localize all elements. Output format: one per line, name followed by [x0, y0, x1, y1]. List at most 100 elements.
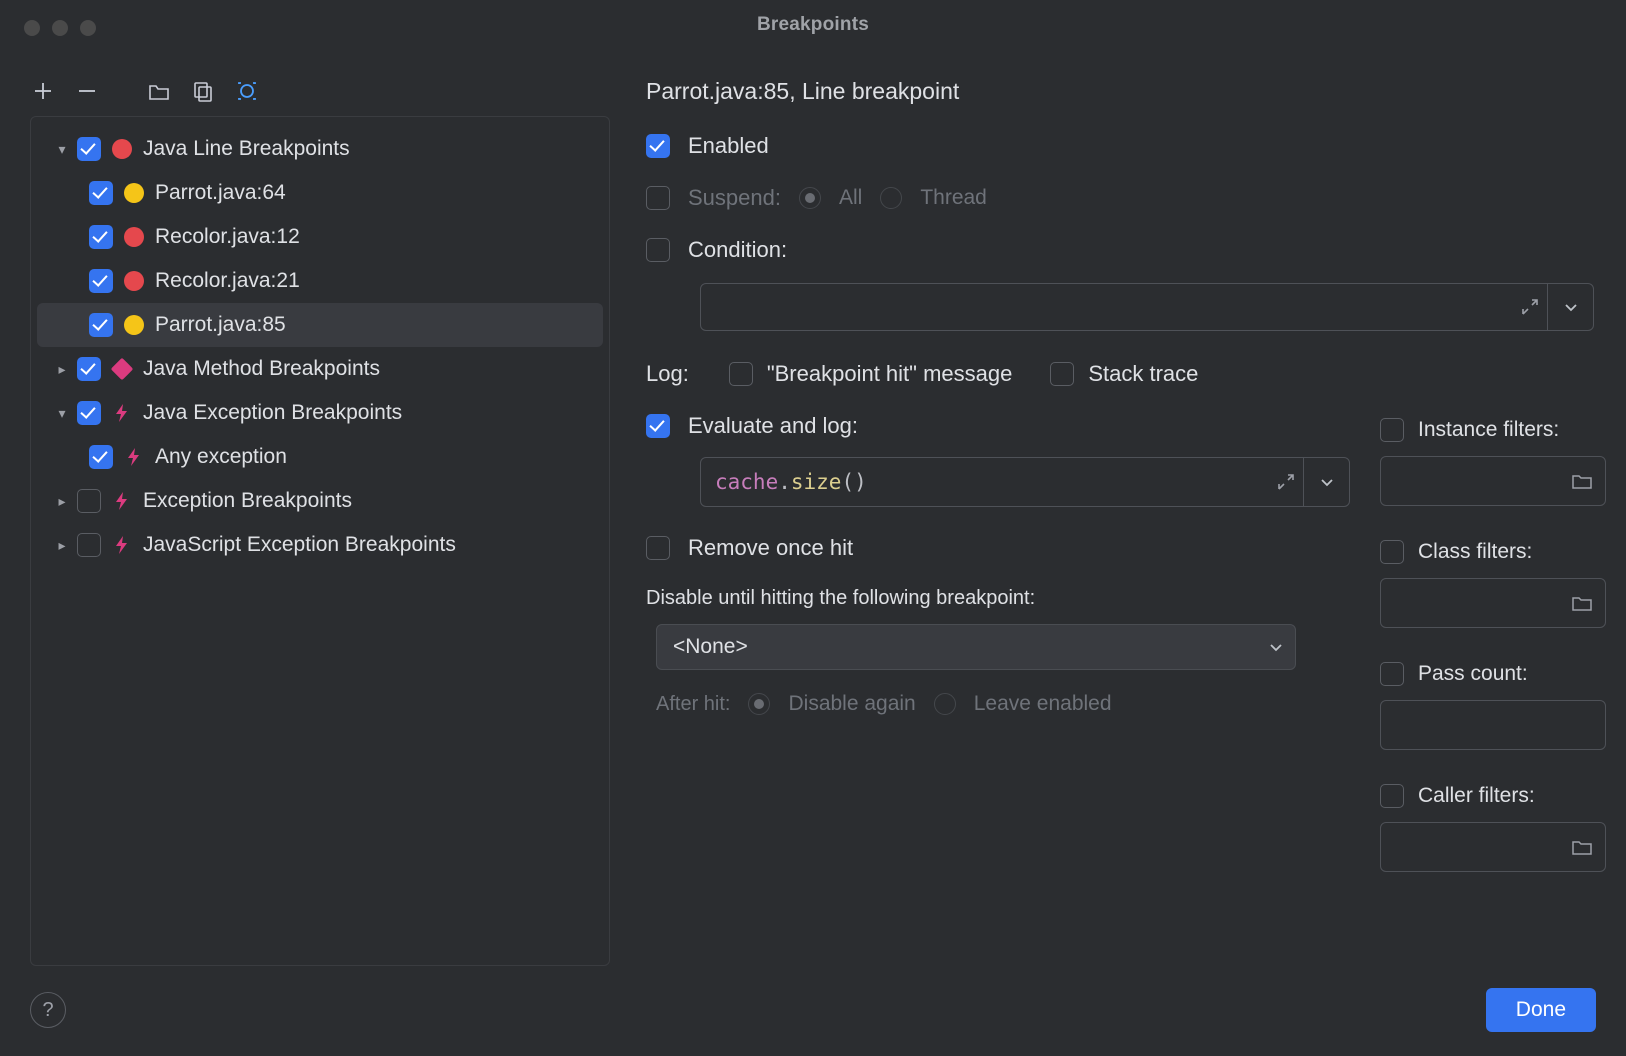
tree-item-selected[interactable]: Parrot.java:85 [37, 303, 603, 347]
pass-count: Pass count: [1380, 662, 1606, 750]
group-checkbox[interactable] [77, 137, 101, 161]
add-breakpoint-button[interactable] [30, 78, 56, 104]
suspend-checkbox[interactable] [646, 186, 670, 210]
log-message-checkbox[interactable] [729, 362, 753, 386]
browse-button[interactable] [1571, 838, 1593, 856]
item-checkbox[interactable] [89, 313, 113, 337]
done-button[interactable]: Done [1486, 988, 1596, 1032]
tree-group-java-exception[interactable]: ▾ Java Exception Breakpoints [37, 391, 603, 435]
suspend-all-radio[interactable] [799, 187, 821, 209]
after-hit-disable-radio[interactable] [748, 693, 770, 715]
history-dropdown-button[interactable] [1547, 284, 1593, 330]
group-by-package-button[interactable] [146, 78, 172, 104]
chevron-down-icon[interactable]: ▾ [53, 141, 71, 158]
muted-breakpoint-icon [123, 182, 145, 204]
log-message-label: "Breakpoint hit" message [767, 361, 1013, 387]
tree-group-js-exception[interactable]: ▸ JavaScript Exception Breakpoints [37, 523, 603, 567]
pass-count-checkbox[interactable] [1380, 662, 1404, 686]
suspend-all-label: All [839, 186, 862, 210]
tree-group-label: Java Line Breakpoints [143, 137, 350, 161]
remove-breakpoint-button[interactable] [74, 78, 100, 104]
stack-trace-checkbox[interactable] [1050, 362, 1074, 386]
method-breakpoint-icon [111, 358, 133, 380]
details-heading: Parrot.java:85, Line breakpoint [646, 78, 1606, 105]
exception-breakpoint-icon [111, 534, 133, 556]
tree-group-java-line[interactable]: ▾ Java Line Breakpoints [37, 127, 603, 171]
tree-item[interactable]: Any exception [37, 435, 603, 479]
group-checkbox[interactable] [77, 357, 101, 381]
stack-trace-label: Stack trace [1088, 361, 1198, 387]
item-checkbox[interactable] [89, 181, 113, 205]
condition-checkbox[interactable] [646, 238, 670, 262]
tree-toolbar [30, 78, 260, 104]
instance-filters-checkbox[interactable] [1380, 418, 1404, 442]
exception-breakpoint-icon [111, 402, 133, 424]
expand-icon[interactable] [1521, 298, 1539, 316]
tree-item-label: Any exception [155, 445, 287, 469]
code-token-field: cache [715, 470, 778, 494]
window-title: Breakpoints [0, 14, 1626, 36]
evaluate-checkbox[interactable] [646, 414, 670, 438]
remove-once-label: Remove once hit [688, 535, 853, 561]
chevron-right-icon[interactable]: ▸ [53, 361, 71, 378]
suspend-thread-radio[interactable] [880, 187, 902, 209]
class-filters-input[interactable] [1380, 578, 1606, 628]
class-filters-label: Class filters: [1418, 540, 1532, 564]
item-checkbox[interactable] [89, 445, 113, 469]
after-hit-label: After hit: [656, 693, 730, 716]
chevron-right-icon[interactable]: ▸ [53, 493, 71, 510]
pass-count-input[interactable] [1380, 700, 1606, 750]
caller-filters-input[interactable] [1380, 822, 1606, 872]
pass-count-label: Pass count: [1418, 662, 1528, 686]
evaluate-label: Evaluate and log: [688, 413, 858, 439]
after-hit-disable-label: Disable again [788, 692, 915, 716]
tree-item[interactable]: Recolor.java:21 [37, 259, 603, 303]
tree-item-label: Recolor.java:12 [155, 225, 300, 249]
condition-input[interactable] [700, 283, 1594, 331]
instance-filters-input[interactable] [1380, 456, 1606, 506]
tree-group-java-method[interactable]: ▸ Java Method Breakpoints [37, 347, 603, 391]
disable-until-value: <None> [673, 635, 748, 659]
group-by-file-button[interactable] [190, 78, 216, 104]
plus-icon [33, 81, 53, 101]
help-button[interactable]: ? [30, 992, 66, 1028]
tree-group-exception[interactable]: ▸ Exception Breakpoints [37, 479, 603, 523]
caller-filters-checkbox[interactable] [1380, 784, 1404, 808]
disable-until-select[interactable]: <None> [656, 624, 1296, 670]
code-token-paren: () [841, 470, 866, 494]
breakpoint-tree[interactable]: ▾ Java Line Breakpoints Parrot.java:64 R… [30, 116, 610, 966]
browse-button[interactable] [1571, 472, 1593, 490]
copy-icon [192, 80, 214, 102]
tree-item[interactable]: Parrot.java:64 [37, 171, 603, 215]
tree-group-label: JavaScript Exception Breakpoints [143, 533, 456, 557]
tree-group-label: Exception Breakpoints [143, 489, 352, 513]
enabled-label: Enabled [688, 133, 769, 159]
expand-icon[interactable] [1277, 473, 1295, 491]
browse-button[interactable] [1571, 594, 1593, 612]
folder-icon [1571, 472, 1593, 490]
group-by-type-button[interactable] [234, 78, 260, 104]
item-checkbox[interactable] [89, 225, 113, 249]
group-checkbox[interactable] [77, 401, 101, 425]
history-dropdown-button[interactable] [1303, 458, 1349, 506]
tree-item-label: Recolor.java:21 [155, 269, 300, 293]
suspend-row: Suspend: All Thread [646, 185, 1606, 211]
group-checkbox[interactable] [77, 533, 101, 557]
group-checkbox[interactable] [77, 489, 101, 513]
remove-once-checkbox[interactable] [646, 536, 670, 560]
enabled-checkbox[interactable] [646, 134, 670, 158]
filters-column: Instance filters: Class filters: Pass co… [1380, 418, 1606, 906]
class-filters-checkbox[interactable] [1380, 540, 1404, 564]
chevron-down-icon[interactable]: ▾ [53, 405, 71, 422]
line-breakpoint-icon [123, 270, 145, 292]
chevron-right-icon[interactable]: ▸ [53, 537, 71, 554]
tree-item[interactable]: Recolor.java:12 [37, 215, 603, 259]
evaluate-expression-input[interactable]: cache.size() [700, 457, 1350, 507]
minus-icon [77, 81, 97, 101]
exception-breakpoint-icon [111, 490, 133, 512]
tree-item-label: Parrot.java:85 [155, 313, 286, 337]
after-hit-leave-radio[interactable] [934, 693, 956, 715]
enabled-row: Enabled [646, 133, 1606, 159]
item-checkbox[interactable] [89, 269, 113, 293]
class-filters: Class filters: [1380, 540, 1606, 628]
